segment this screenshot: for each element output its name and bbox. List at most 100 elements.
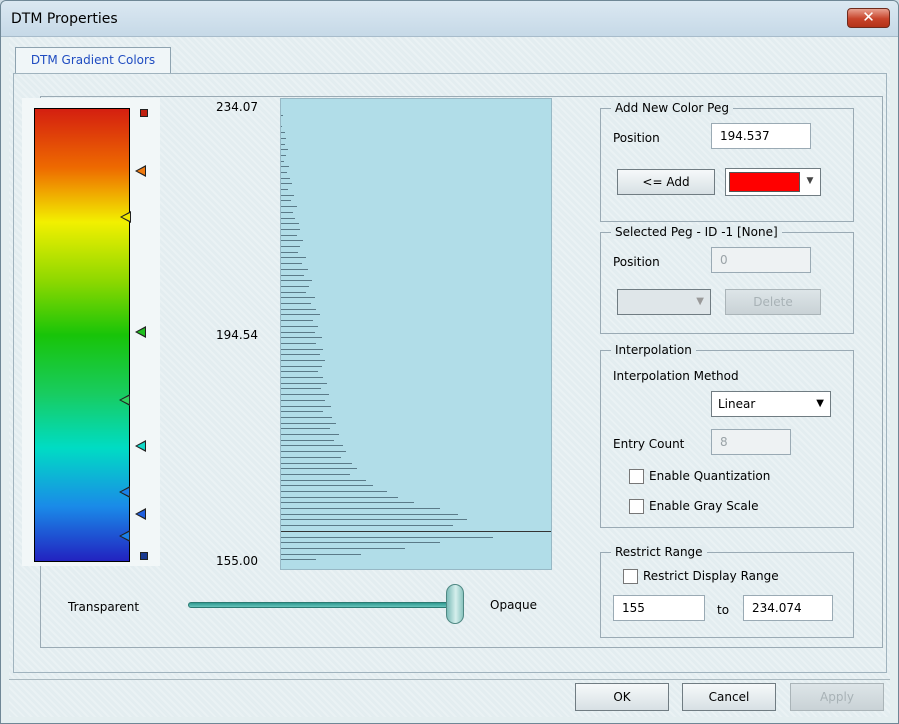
histogram-bin — [281, 274, 304, 276]
chevron-down-icon: ▼ — [816, 398, 824, 409]
histogram-bin — [281, 217, 295, 219]
histogram-bin — [281, 149, 288, 151]
histogram-bin — [281, 547, 405, 549]
histogram-bin — [281, 154, 286, 156]
restrict-range-title: Restrict Range — [611, 545, 707, 559]
histogram-bin — [281, 377, 323, 378]
histogram-bin — [281, 359, 325, 361]
restrict-to-label: to — [717, 603, 730, 617]
histogram-bin — [281, 189, 288, 191]
peg-green-fill — [137, 328, 145, 336]
peg-orange-icon[interactable] — [135, 165, 146, 177]
ok-button[interactable]: OK — [575, 683, 669, 711]
entry-count-input[interactable]: 8 — [711, 429, 791, 455]
close-icon: ✕ — [862, 8, 875, 26]
selected-peg-group: Selected Peg - ID -1 [None] Position 0 ▼… — [600, 225, 854, 334]
histogram-bin — [281, 519, 467, 521]
histogram-bin — [281, 536, 493, 538]
add-peg-button[interactable]: <= Add — [617, 169, 715, 195]
tab-dtm-gradient-colors[interactable]: DTM Gradient Colors — [15, 47, 171, 73]
peg-cyan-icon[interactable] — [135, 440, 146, 452]
add-peg-position-input[interactable]: 194.537 — [711, 123, 811, 149]
histogram-bin — [281, 206, 297, 208]
close-button[interactable]: ✕ — [847, 8, 890, 28]
histogram-bin — [281, 303, 311, 304]
cancel-button[interactable]: Cancel — [682, 683, 776, 711]
histogram-bin — [281, 371, 318, 373]
histogram-bin — [281, 115, 283, 116]
selected-peg-color-combo[interactable]: ▼ — [617, 289, 711, 315]
histogram-bin — [281, 314, 320, 316]
selected-peg-title: Selected Peg - ID -1 [None] — [611, 225, 782, 239]
histogram-bin — [281, 354, 320, 356]
histogram-bin — [281, 462, 352, 464]
opacity-slider-thumb[interactable] — [446, 584, 464, 624]
histogram-bin — [281, 200, 291, 202]
histogram-bin — [281, 479, 366, 481]
peg-bottom-square-icon[interactable] — [140, 552, 148, 560]
grayscale-checkbox[interactable] — [629, 499, 644, 514]
quantization-checkbox[interactable] — [629, 469, 644, 484]
selected-peg-position-label: Position — [613, 255, 660, 269]
interpolation-group: Interpolation Interpolation Method Linea… — [600, 343, 854, 528]
peg-yellow-fill — [122, 213, 130, 221]
peg-orange-fill — [137, 167, 145, 175]
title-bar[interactable]: DTM Properties ✕ — [1, 1, 898, 37]
histogram-bin — [281, 422, 336, 424]
peg-lightgreen-icon[interactable] — [119, 394, 130, 406]
histogram-bin — [281, 416, 332, 418]
apply-button[interactable]: Apply — [790, 683, 884, 711]
interpolation-title: Interpolation — [611, 343, 696, 357]
peg-blue-2-icon[interactable] — [135, 508, 146, 520]
histogram-bin — [281, 542, 440, 544]
peg-yellow-icon[interactable] — [120, 211, 131, 223]
histogram-bin — [281, 183, 292, 185]
peg-color-swatch — [729, 172, 800, 192]
peg-top-square-icon[interactable] — [140, 109, 148, 117]
histogram-bin — [281, 456, 341, 458]
selected-peg-position-input[interactable]: 0 — [711, 247, 811, 273]
histogram-bin — [281, 411, 323, 413]
peg-green-icon[interactable] — [135, 326, 146, 338]
histogram-bin — [281, 137, 286, 139]
histogram-bin — [281, 268, 308, 270]
histogram-bin — [281, 280, 312, 282]
histogram-mid-label: 194.54 — [216, 328, 258, 342]
histogram-bin — [281, 126, 282, 128]
peg-color-picker[interactable]: ▼ — [725, 168, 821, 196]
peg-lightgreen-fill — [121, 396, 129, 404]
add-peg-position-label: Position — [613, 131, 660, 145]
histogram-bin — [281, 382, 327, 384]
histogram-bin — [281, 291, 306, 293]
chevron-down-icon: ▼ — [696, 296, 704, 307]
interpolation-method-value: Linear — [718, 397, 756, 411]
histogram-bin — [281, 228, 300, 230]
histogram-bin — [281, 508, 440, 509]
interpolation-method-select[interactable]: Linear ▼ — [711, 391, 831, 417]
histogram-bin — [281, 297, 315, 299]
histogram-bin — [281, 194, 294, 196]
histogram-bin — [281, 502, 414, 504]
peg-blue-1-icon[interactable] — [119, 486, 130, 498]
delete-peg-button[interactable]: Delete — [725, 289, 821, 315]
histogram-bin — [281, 257, 306, 259]
histogram-bin — [281, 143, 285, 145]
opacity-slider-track[interactable] — [188, 602, 464, 608]
histogram-bin — [281, 394, 329, 396]
restrict-range-group: Restrict Range Restrict Display Range 15… — [600, 545, 854, 638]
histogram-bin — [281, 132, 285, 134]
restrict-display-range-checkbox[interactable] — [623, 569, 638, 584]
peg-blue-3-icon[interactable] — [119, 530, 130, 542]
histogram-bin — [281, 399, 325, 401]
restrict-from-input[interactable]: 155 — [613, 595, 705, 621]
tab-panel: 234.07 194.54 155.00 Transparent Opaque … — [13, 73, 887, 673]
gradient-bar[interactable] — [34, 108, 130, 562]
histogram-bin — [281, 172, 287, 173]
transparent-label: Transparent — [68, 600, 140, 614]
gradient-editor — [22, 98, 160, 566]
add-new-color-peg-group: Add New Color Peg Position 194.537 <= Ad… — [600, 101, 854, 222]
client-area: DTM Gradient Colors 234.07 194.54 155.00… — [9, 37, 890, 717]
restrict-display-range-label: Restrict Display Range — [643, 569, 779, 583]
histogram-bin — [281, 325, 318, 327]
restrict-to-input[interactable]: 234.074 — [743, 595, 833, 621]
